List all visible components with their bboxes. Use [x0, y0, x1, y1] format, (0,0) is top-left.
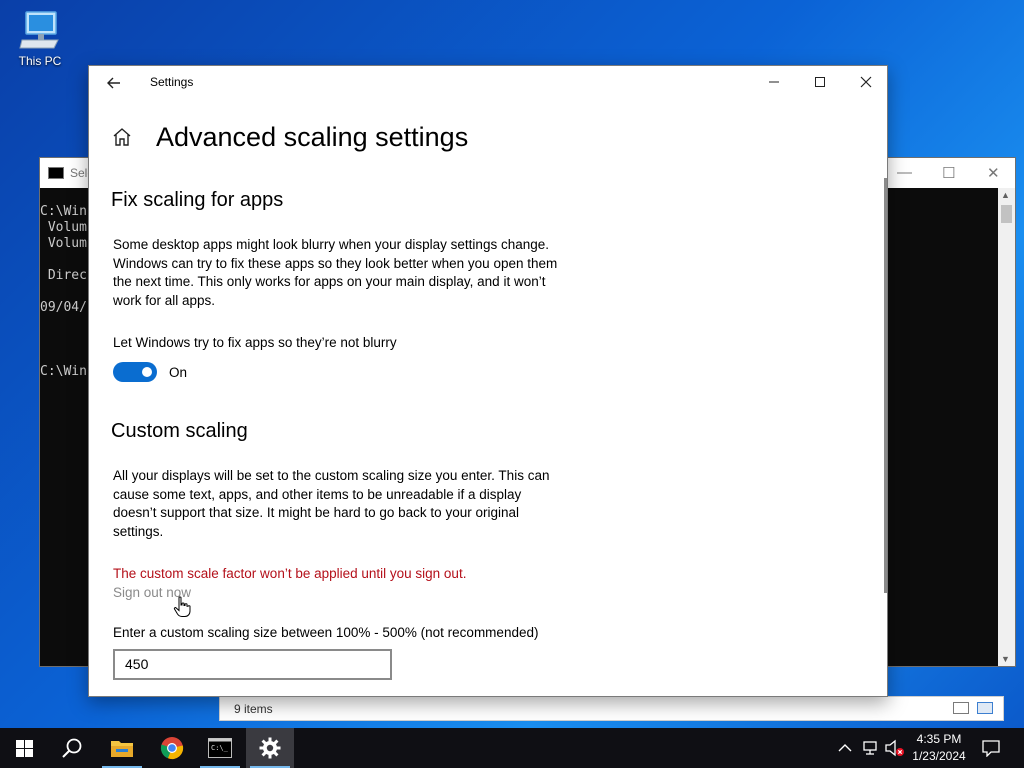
- cmd-line: [40, 348, 87, 364]
- start-icon: [15, 739, 33, 757]
- custom-scaling-heading: Custom scaling: [111, 420, 248, 442]
- fix-apps-toggle-label: Let Windows try to fix apps so they’re n…: [113, 335, 397, 350]
- scroll-down-icon[interactable]: ▼: [1001, 654, 1010, 664]
- explorer-view-switcher: [953, 702, 993, 714]
- taskbar-command-prompt[interactable]: C:\_: [196, 728, 244, 768]
- taskbar-chrome[interactable]: [148, 728, 196, 768]
- taskbar-file-explorer[interactable]: [98, 728, 146, 768]
- close-icon: [860, 76, 872, 88]
- toggle-knob: [142, 367, 152, 377]
- custom-scaling-description: All your displays will be set to the cus…: [113, 468, 550, 539]
- volume-muted-icon: [885, 739, 904, 757]
- volume-tray-button[interactable]: [884, 728, 906, 768]
- cmd-line: Volum: [40, 220, 87, 235]
- taskbar: C:\_ 4:35 PM 1/23/2024: [0, 728, 1024, 768]
- custom-scale-input-label: Enter a custom scaling size between 100%…: [113, 625, 539, 640]
- cmd-scroll-thumb[interactable]: [1001, 205, 1012, 223]
- clock-date: 1/23/2024: [912, 749, 966, 763]
- desktop-icon-this-pc[interactable]: This PC: [12, 10, 68, 68]
- command-prompt-icon: C:\_: [208, 738, 232, 758]
- action-center-button[interactable]: [982, 728, 1000, 768]
- maximize-icon: [815, 77, 825, 87]
- cmd-close-icon[interactable]: ✕: [987, 164, 1000, 182]
- show-hidden-icons-button[interactable]: [838, 728, 852, 768]
- computer-icon: [19, 11, 59, 49]
- cmd-line: C:\Win: [40, 364, 87, 379]
- settings-scrollbar[interactable]: [884, 178, 887, 593]
- home-icon[interactable]: [111, 126, 133, 148]
- close-button[interactable]: [843, 66, 887, 98]
- taskbar-settings[interactable]: [246, 728, 294, 768]
- cmd-line: [40, 252, 87, 268]
- cmd-line: [40, 332, 87, 348]
- large-icons-view-icon[interactable]: [977, 702, 993, 714]
- notification-icon: [982, 739, 1000, 757]
- fix-apps-toggle-state: On: [169, 365, 188, 380]
- cmd-maximize-icon[interactable]: ☐: [942, 164, 955, 182]
- cmd-line: [40, 284, 87, 300]
- file-explorer-window: 9 items: [219, 696, 1004, 721]
- svg-text:C:\_: C:\_: [211, 744, 229, 752]
- network-icon: [863, 741, 877, 755]
- cmd-minimize-icon[interactable]: —: [897, 164, 912, 181]
- explorer-item-count: 9 items: [234, 702, 273, 716]
- desktop-icon-label: This PC: [18, 54, 62, 68]
- cmd-line: C:\Win: [40, 204, 87, 219]
- chevron-up-icon: [838, 744, 852, 752]
- page-title: Advanced scaling settings: [156, 122, 469, 152]
- cmd-line: 09/04/: [40, 300, 87, 315]
- custom-scale-input[interactable]: 450: [113, 649, 392, 680]
- cmd-scrollbar[interactable]: ▲ ▼: [998, 188, 1015, 666]
- back-arrow-icon: [107, 77, 120, 89]
- settings-window: Settings Advanced scaling settings Fix s…: [88, 65, 888, 697]
- minimize-button[interactable]: [751, 66, 797, 98]
- back-button[interactable]: [103, 72, 125, 94]
- fix-scaling-description: Some desktop apps might look blurry when…: [113, 237, 558, 308]
- settings-icon: [259, 737, 281, 759]
- hand-cursor-icon: [173, 596, 191, 617]
- taskbar-clock[interactable]: 4:35 PM 1/23/2024: [905, 731, 973, 765]
- chrome-icon: [160, 737, 184, 760]
- command-prompt-icon: [48, 167, 64, 179]
- scroll-up-icon[interactable]: ▲: [1001, 190, 1010, 200]
- clock-time: 4:35 PM: [916, 732, 962, 746]
- search-button[interactable]: [48, 728, 96, 768]
- cmd-line: Direc: [40, 268, 87, 283]
- file-explorer-icon: [111, 741, 133, 757]
- window-title: Settings: [150, 75, 194, 89]
- network-tray-button[interactable]: [862, 728, 880, 768]
- cmd-output: C:\Win Volum Volum Direc 09/04/ C:\Win: [40, 204, 87, 380]
- sign-out-warning: The custom scale factor won’t be applied…: [113, 566, 467, 581]
- cmd-line: [40, 316, 87, 332]
- start-button[interactable]: [0, 728, 48, 768]
- search-icon: [62, 738, 82, 758]
- minimize-icon: [769, 81, 779, 83]
- details-view-icon[interactable]: [953, 702, 969, 714]
- maximize-button[interactable]: [797, 66, 843, 98]
- cmd-line: Volum: [40, 236, 87, 251]
- fix-apps-toggle[interactable]: [113, 362, 157, 382]
- fix-scaling-heading: Fix scaling for apps: [111, 189, 284, 211]
